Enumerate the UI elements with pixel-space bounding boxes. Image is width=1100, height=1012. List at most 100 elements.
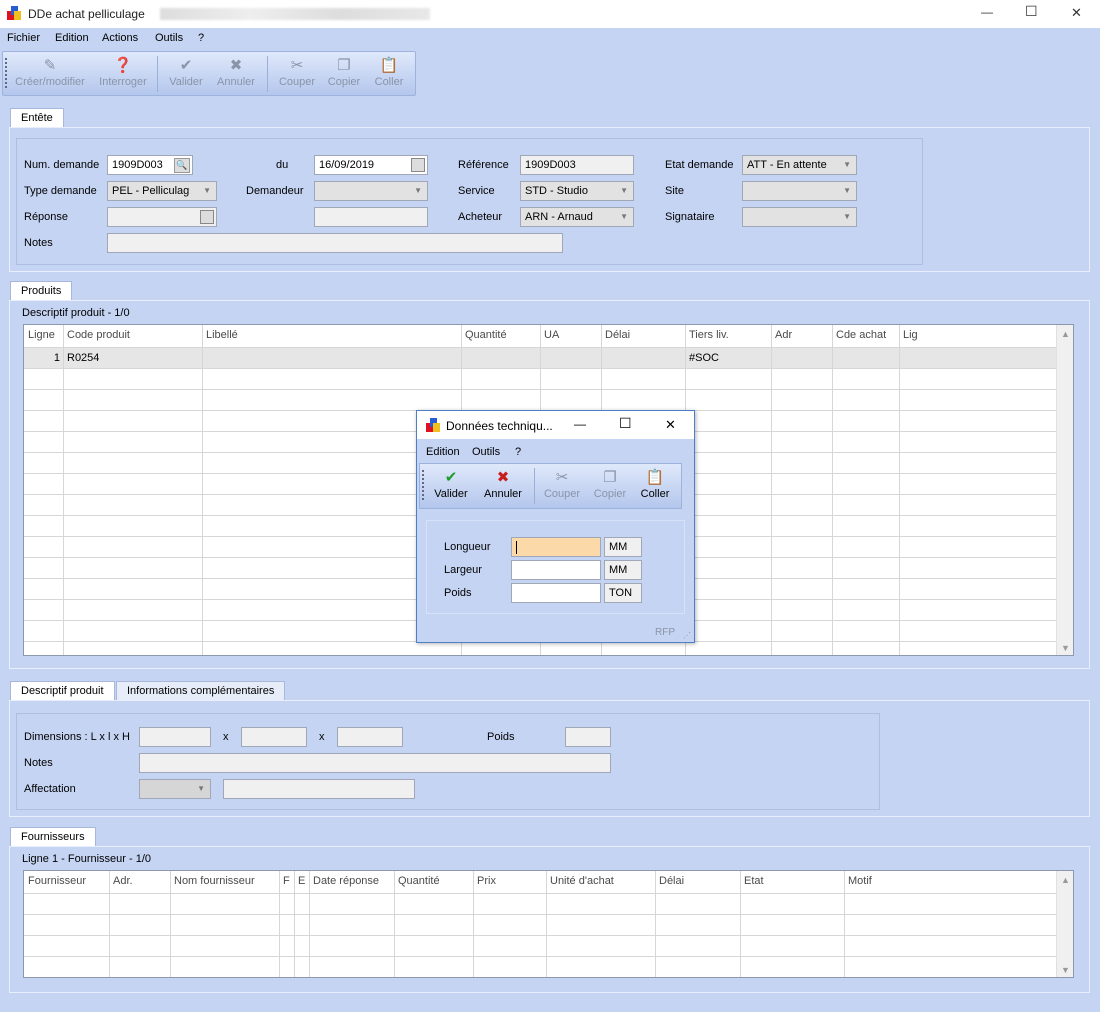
dialog-valider-label: Valider	[434, 488, 468, 500]
col-f[interactable]: F	[279, 871, 294, 893]
dialog-copier-button[interactable]: ❐ Copier	[590, 468, 630, 506]
affectation-field[interactable]	[223, 779, 415, 799]
etat-demande-select[interactable]: ATT - En attente ▼	[742, 155, 857, 175]
col-prix[interactable]: Prix	[473, 871, 546, 893]
type-demande-select[interactable]: PEL - Pelliculag ▼	[107, 181, 217, 201]
menu-fichier[interactable]: Fichier	[7, 32, 40, 44]
calendar-icon[interactable]	[200, 210, 214, 224]
col-e[interactable]: E	[294, 871, 309, 893]
dimension-l-field[interactable]	[139, 727, 211, 747]
descriptif-notes-field[interactable]	[139, 753, 611, 773]
dialog-close-button[interactable]: ✕	[665, 417, 676, 433]
col-nom-fournisseur[interactable]: Nom fournisseur	[170, 871, 279, 893]
tab-informations-complementaires[interactable]: Informations complémentaires	[116, 681, 286, 700]
largeur-input[interactable]	[511, 560, 601, 580]
reponse-date-field[interactable]	[107, 207, 217, 227]
demandeur-name-field[interactable]	[314, 207, 428, 227]
tab-fournisseurs[interactable]: Fournisseurs	[10, 827, 96, 847]
search-icon[interactable]: 🔍	[174, 158, 190, 173]
poids-input[interactable]	[511, 583, 601, 603]
resize-grip-icon[interactable]: ⋰	[683, 631, 691, 640]
menu-outils[interactable]: Outils	[155, 32, 183, 44]
col-adr[interactable]: Adr	[771, 325, 832, 347]
dimension-h-field[interactable]	[337, 727, 403, 747]
dialog-minimize-button[interactable]: —	[574, 417, 586, 431]
poids-unit-value: TON	[609, 587, 633, 599]
dimension-w-field[interactable]	[241, 727, 307, 747]
col-date-reponse[interactable]: Date réponse	[309, 871, 394, 893]
menu-edition[interactable]: Edition	[55, 32, 89, 44]
close-button[interactable]: ✕	[1071, 5, 1082, 21]
valider-button[interactable]: ✔ Valider	[165, 56, 207, 94]
dialog-copier-label: Copier	[593, 488, 627, 500]
dialog-menu-outils[interactable]: Outils	[472, 446, 500, 458]
dialog-annuler-button[interactable]: ✖ Annuler	[480, 468, 526, 506]
col-fournisseur[interactable]: Fournisseur	[24, 871, 109, 893]
col-delai[interactable]: Délai	[601, 325, 685, 347]
dialog-couper-button[interactable]: ✂ Couper	[540, 468, 584, 506]
toolbar-grip[interactable]	[5, 58, 7, 88]
chevron-down-icon: ▼	[414, 186, 422, 195]
col-etat[interactable]: Etat	[740, 871, 844, 893]
col-libelle[interactable]: Libellé	[202, 325, 461, 347]
num-demande-field[interactable]: 1909D003 🔍	[107, 155, 193, 175]
scroll-up-icon[interactable]: ▲	[1061, 329, 1070, 339]
coller-button[interactable]: 📋 Coller	[371, 56, 407, 94]
dialog-valider-button[interactable]: ✔ Valider	[430, 468, 472, 506]
produits-caption: Descriptif produit - 1/0	[22, 307, 130, 319]
poids-field[interactable]	[565, 727, 611, 747]
du-date-field[interactable]: 16/09/2019	[314, 155, 428, 175]
col-code-produit[interactable]: Code produit	[63, 325, 202, 347]
couper-button[interactable]: ✂ Couper	[275, 56, 319, 94]
col-quantite[interactable]: Quantité	[394, 871, 473, 893]
cell-tiers-liv: #SOC	[689, 352, 719, 364]
dialog-maximize-button[interactable]: ☐	[619, 415, 632, 432]
calendar-icon[interactable]	[411, 158, 425, 172]
copier-button[interactable]: ❐ Copier	[325, 56, 363, 94]
tab-entete[interactable]: Entête	[10, 108, 64, 128]
affectation-select[interactable]: ▼	[139, 779, 211, 799]
col-cde-achat[interactable]: Cde achat	[832, 325, 899, 347]
annuler-button[interactable]: ✖ Annuler	[213, 56, 259, 94]
notes-field[interactable]	[107, 233, 563, 253]
col-ligne[interactable]: Ligne	[24, 325, 63, 347]
reference-field[interactable]: 1909D003	[520, 155, 634, 175]
scroll-down-icon[interactable]: ▼	[1061, 643, 1070, 653]
menu-actions[interactable]: Actions	[102, 32, 138, 44]
col-unite-achat[interactable]: Unité d'achat	[546, 871, 655, 893]
site-label: Site	[665, 185, 684, 197]
col-motif[interactable]: Motif	[844, 871, 1044, 893]
dialog-menu-help[interactable]: ?	[515, 446, 521, 458]
tab-produits[interactable]: Produits	[10, 281, 73, 301]
service-select[interactable]: STD - Studio ▼	[520, 181, 634, 201]
longueur-input[interactable]	[511, 537, 601, 557]
scroll-up-icon[interactable]: ▲	[1061, 875, 1070, 885]
dialog-toolbar: ✔ Valider ✖ Annuler ✂ Couper ❐ Copier 📋 Colle…	[419, 463, 682, 509]
grid-column-line	[655, 871, 656, 977]
site-select[interactable]: ▼	[742, 181, 857, 201]
demandeur-select[interactable]: ▼	[314, 181, 428, 201]
col-lig[interactable]: Lig	[899, 325, 1049, 347]
col-quantite[interactable]: Quantité	[461, 325, 540, 347]
col-delai[interactable]: Délai	[655, 871, 740, 893]
col-ua[interactable]: UA	[540, 325, 601, 347]
toolbar-grip[interactable]	[422, 470, 424, 500]
dialog-menu-edition[interactable]: Edition	[426, 446, 460, 458]
acheteur-select[interactable]: ARN - Arnaud ▼	[520, 207, 634, 227]
produits-scrollbar[interactable]: ▲ ▼	[1056, 325, 1073, 655]
tab-descriptif-produit[interactable]: Descriptif produit	[10, 681, 115, 701]
minimize-button[interactable]: —	[981, 5, 993, 19]
chevron-down-icon: ▼	[203, 186, 211, 195]
col-tiers-liv[interactable]: Tiers liv.	[685, 325, 771, 347]
du-label: du	[276, 159, 289, 171]
fournisseurs-grid[interactable]: Fournisseur Adr. Nom fournisseur F E Dat…	[23, 870, 1074, 978]
col-adr[interactable]: Adr.	[109, 871, 170, 893]
query-button[interactable]: ❓ Interroger	[95, 56, 151, 94]
dialog-coller-button[interactable]: 📋 Coller	[636, 468, 674, 506]
create-modify-button[interactable]: ✎ Créer/modifier	[13, 56, 87, 94]
scroll-down-icon[interactable]: ▼	[1061, 965, 1070, 975]
fournisseurs-scrollbar[interactable]: ▲ ▼	[1056, 871, 1073, 977]
maximize-button[interactable]: ☐	[1025, 3, 1038, 20]
menu-help[interactable]: ?	[198, 32, 204, 44]
signataire-select[interactable]: ▼	[742, 207, 857, 227]
